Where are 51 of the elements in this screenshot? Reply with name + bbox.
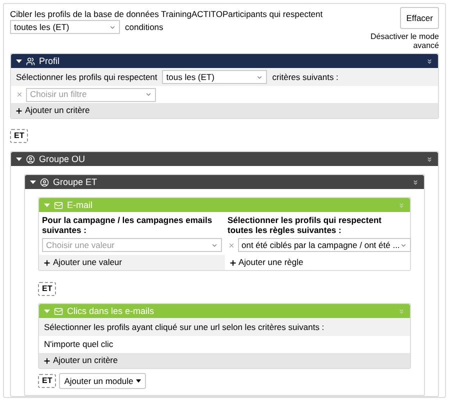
panel-header[interactable]: Groupe OU [11,152,438,166]
chevron-down-icon [145,91,152,98]
criterion-text: N'importe quel clic [43,338,114,352]
select-label: Sélectionner les profils qui respectent [16,70,158,84]
panel-header[interactable]: Profil [11,54,438,68]
connector-badge: ET [10,129,28,143]
panel-title: Groupe ET [53,178,98,186]
add-criterion-button[interactable]: Ajouter un critère [11,103,438,118]
connector-badge: ET [38,282,56,296]
panel-title: E-mail [67,200,94,210]
user-circle-icon [40,178,49,186]
panel-title: Groupe OU [39,154,86,164]
plus-icon [43,258,51,266]
remove-icon[interactable] [16,91,23,98]
panel-header[interactable]: Groupe ET [25,175,424,189]
match-select[interactable]: tous les (ET) [162,70,268,84]
field-label: Sélectionner les profils qui respectent toutes les règles suivantes : [228,215,382,235]
user-circle-icon [26,154,35,164]
caret-down-icon[interactable] [16,58,22,64]
collapse-icon[interactable] [412,178,419,186]
clear-button[interactable]: Effacer [400,7,439,29]
people-icon [26,56,35,66]
description-text: Sélectionner les profils ayant cliqué sur une url selon les critères suivants : [39,318,410,336]
chevron-down-icon [400,242,407,248]
chevron-down-icon [109,24,116,30]
envelope-icon [54,200,63,210]
match-select[interactable]: toutes les (ET) [10,20,120,34]
add-value-button[interactable]: Ajouter une valeur [39,255,224,270]
add-criterion-button[interactable]: Ajouter un critère [39,353,410,368]
field-label: Pour la campagne / les campagnes emails suivantes : [42,215,214,235]
intro-text: Cibler les profils de la base de données TrainingACTITOParticipants qui respectent [10,9,323,19]
chevron-down-icon [256,74,264,80]
mode-toggle-link[interactable]: Désactiver le mode avancé [369,32,439,50]
plus-icon [15,106,23,114]
dropdown-field[interactable]: ont été ciblés par la campagne / ont été ... [238,238,411,252]
collapse-icon[interactable] [426,156,433,162]
plus-icon [228,258,236,266]
connector-badge: ET [38,374,56,388]
chevron-down-icon [210,242,218,248]
collapse-icon[interactable] [426,58,433,64]
plus-icon [43,356,51,364]
select-suffix: critères suivants : [272,70,338,84]
panel-title: Clics dans les e-mails [67,306,156,316]
add-module-button[interactable]: Ajouter un module [59,373,146,389]
caret-down-icon[interactable] [16,156,22,162]
caret-down-icon[interactable] [30,179,36,185]
panel-title: Profil [39,56,61,66]
remove-icon[interactable] [228,242,234,248]
conditions-text: conditions [125,20,164,34]
envelope-icon [54,306,63,316]
caret-down-icon [136,379,142,383]
